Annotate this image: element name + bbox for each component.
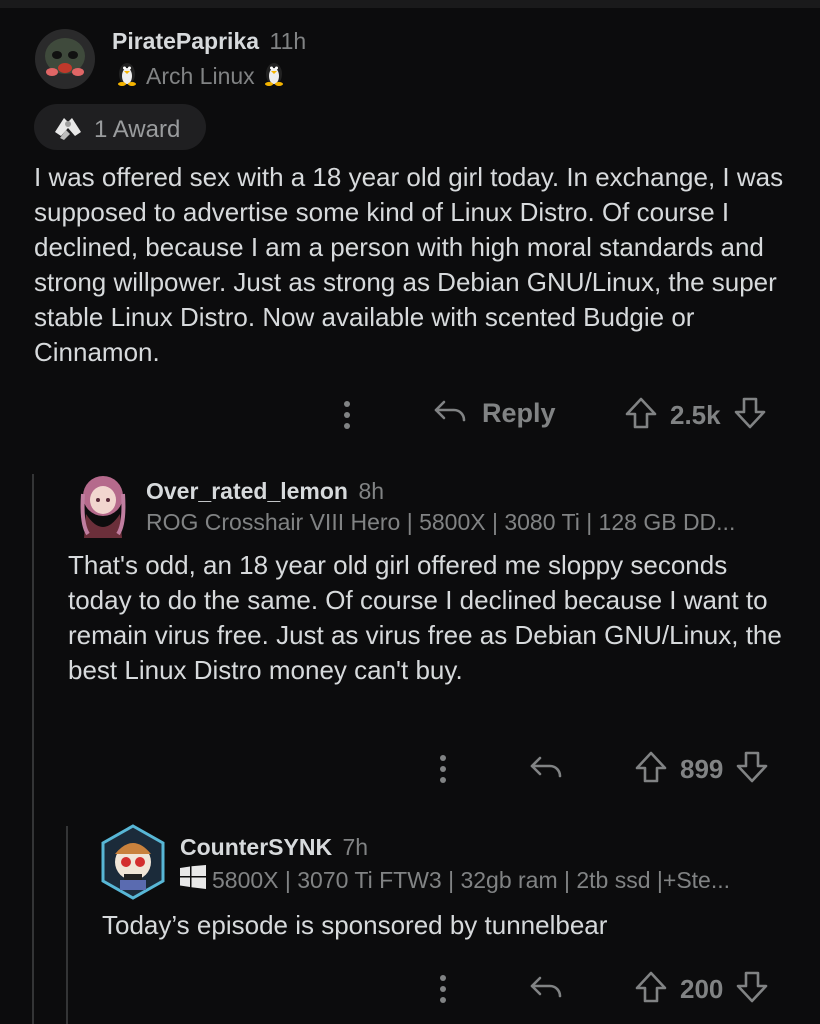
comment-body: I was offered sex with a 18 year old gir… [34, 162, 784, 367]
award-icon [52, 112, 84, 147]
vote-count: 899 [680, 754, 724, 784]
user-flair: Arch Linux [116, 60, 285, 92]
vote-count: 2.5k [670, 400, 721, 430]
upvote-icon[interactable] [634, 970, 668, 1009]
more-options-button[interactable] [434, 972, 452, 1006]
more-icon [434, 975, 452, 1010]
top-bar [0, 0, 820, 8]
comment-body: Today’s episode is sponsored by tunnelbe… [102, 910, 608, 940]
comment-age: 11h [269, 28, 307, 54]
comment-age: 8h [358, 478, 385, 504]
reply-button[interactable]: Reply [432, 396, 556, 431]
upvote-icon[interactable] [624, 396, 658, 435]
username[interactable]: CounterSYNK [180, 834, 332, 860]
avatar[interactable] [78, 474, 128, 538]
flair-text: Arch Linux [146, 62, 255, 89]
upvote-icon[interactable] [634, 750, 668, 789]
more-options-button[interactable] [434, 752, 452, 786]
reply-icon [528, 756, 564, 786]
reply-icon [432, 396, 468, 431]
vote-count: 200 [680, 974, 724, 1004]
downvote-icon[interactable] [733, 396, 767, 435]
vote-controls: 200 [634, 970, 769, 1009]
more-icon [338, 401, 356, 436]
user-flair: 5800X | 3070 Ti FTW3 | 32gb ram | 2tb ss… [180, 865, 730, 895]
vote-controls: 2.5k [624, 396, 767, 435]
penguin-icon [263, 60, 285, 92]
flair-text: 5800X | 3070 Ti FTW3 | 32gb ram | 2tb ss… [212, 866, 731, 893]
more-options-button[interactable] [338, 398, 356, 432]
downvote-icon[interactable] [735, 970, 769, 1009]
reply-button[interactable] [528, 972, 564, 1007]
avatar[interactable] [34, 28, 96, 90]
windows-icon [180, 865, 206, 895]
thread-line[interactable] [32, 474, 34, 1024]
reply-icon [528, 976, 564, 1006]
comment-body: That's odd, an 18 year old girl offered … [68, 550, 782, 685]
username[interactable]: PiratePaprika [112, 28, 259, 54]
penguin-icon [116, 60, 138, 92]
reply-button[interactable] [528, 752, 564, 787]
reply-label: Reply [482, 398, 556, 428]
comment-age: 7h [342, 834, 369, 860]
thread-line[interactable] [66, 826, 68, 1024]
username[interactable]: Over_rated_lemon [146, 478, 348, 504]
vote-controls: 899 [634, 750, 769, 789]
user-flair: ROG Crosshair VIII Hero | 5800X | 3080 T… [146, 509, 736, 535]
award-count: 1 Award [94, 115, 181, 143]
more-icon [434, 755, 452, 790]
avatar[interactable] [100, 824, 166, 900]
downvote-icon[interactable] [735, 750, 769, 789]
